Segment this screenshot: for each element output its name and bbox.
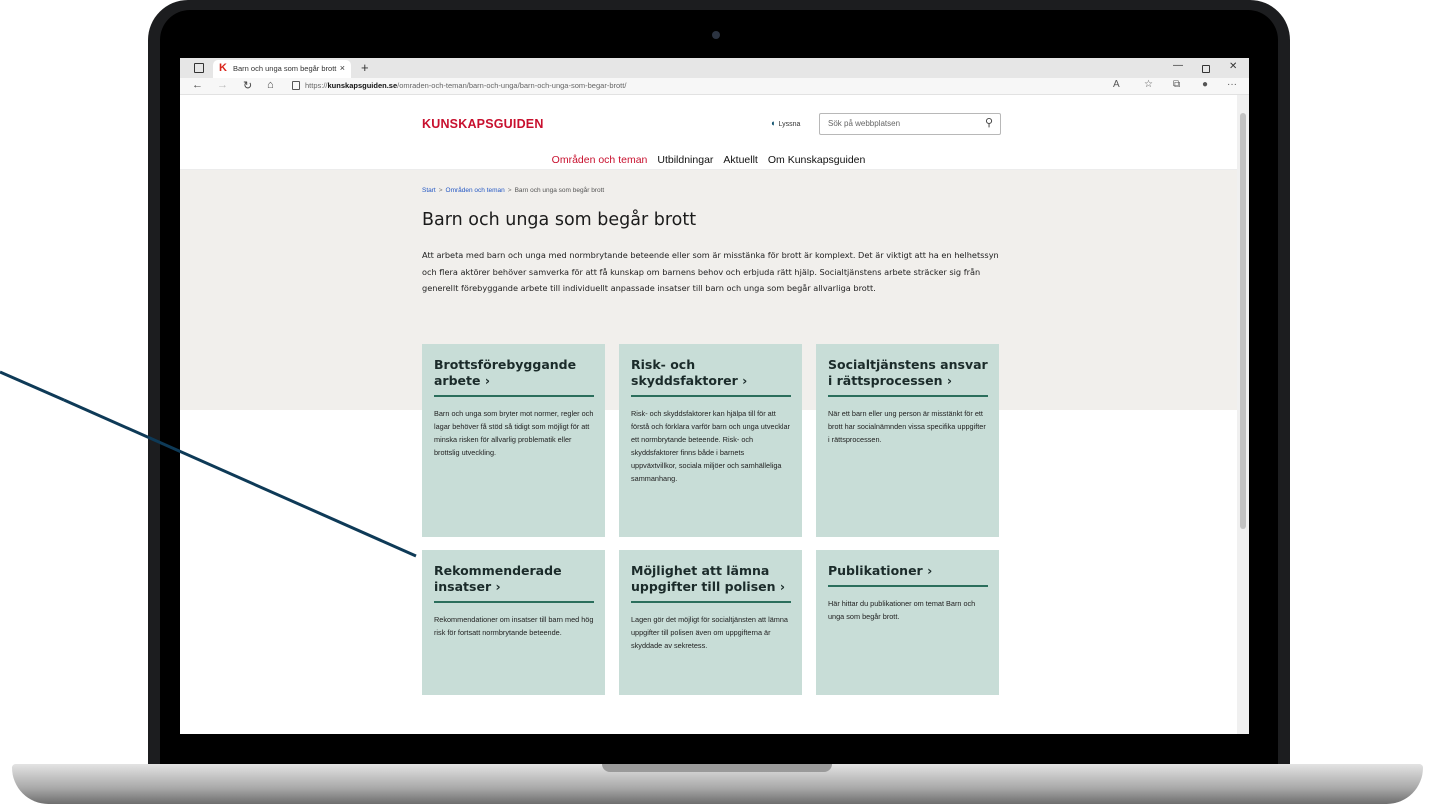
favicon-icon: K (219, 62, 227, 74)
more-icon[interactable]: ··· (1227, 79, 1237, 90)
card-text: Risk- och skyddsfaktorer kan hjälpa till… (631, 409, 790, 483)
webcam (712, 31, 720, 39)
card-text: Rekommendationer om insatser till barn m… (434, 615, 594, 637)
card-title-text: Socialtjänstens ansvar i rättsprocessen (828, 357, 988, 388)
chevron-right-icon: › (495, 579, 501, 594)
chevron-right-icon: › (484, 373, 490, 388)
address-bar[interactable]: https://kunskapsguiden.se/omraden-och-te… (305, 81, 626, 90)
back-icon[interactable]: ← (192, 79, 203, 91)
card-brottsforebyggande[interactable]: Brottsförebyggande arbete › Barn och ung… (422, 344, 605, 537)
web-page: KUNSKAPSGUIDEN ◖Lyssna ⚲ Områden och tem… (180, 95, 1237, 734)
breadcrumb: Start > Områden och teman > Barn och unga so… (422, 187, 604, 194)
main-nav: Områden och teman Utbildningar Aktuellt Om … (180, 148, 1237, 171)
card-title[interactable]: Risk- och skyddsfaktorer › (631, 357, 791, 397)
card-title[interactable]: Brottsförebyggande arbete › (434, 357, 594, 397)
close-window-icon[interactable]: ✕ (1229, 61, 1237, 72)
breadcrumb-separator: > (438, 187, 443, 194)
card-text: När ett barn eller ung person är misstän… (828, 409, 986, 444)
home-icon[interactable]: ⌂ (267, 79, 274, 91)
card-text: Barn och unga som bryter mot normer, reg… (434, 409, 594, 457)
pointer-line-top (0, 370, 65, 402)
card-title[interactable]: Rekommenderade insatser › (434, 563, 594, 603)
card-title[interactable]: Publikationer › (828, 563, 988, 587)
scrollbar-thumb[interactable] (1240, 113, 1246, 529)
breadcrumb-start[interactable]: Start (422, 187, 436, 194)
breadcrumb-omraden[interactable]: Områden och teman (446, 187, 505, 194)
listen-icon: ◖ (770, 118, 776, 128)
reload-icon[interactable]: ↻ (243, 79, 252, 92)
collections-icon[interactable]: ⧉ (1173, 79, 1180, 90)
breadcrumb-separator: > (507, 187, 512, 194)
tab-close-icon[interactable]: × (340, 63, 345, 73)
chevron-right-icon: › (742, 373, 748, 388)
breadcrumb-current: Barn och unga som begår brott (514, 187, 605, 194)
laptop-base (12, 764, 1423, 804)
forward-icon[interactable]: → (217, 79, 228, 91)
card-text: Här hittar du publikationer om temat Bar… (828, 599, 976, 621)
tab-actions-icon[interactable] (194, 63, 204, 73)
card-text: Lagen gör det möjligt för socialtjänsten… (631, 615, 788, 650)
screen: K Barn och unga som begår brott × + — ✕ … (180, 58, 1249, 734)
address-bar-row: ← → ↻ ⌂ https://kunskapsguiden.se/omrade… (180, 78, 1249, 95)
url-scheme: https:// (305, 81, 328, 90)
card-risk-och-skyddsfaktorer[interactable]: Risk- och skyddsfaktorer › Risk- och sky… (619, 344, 802, 537)
listen-button[interactable]: ◖ Lyssna (770, 118, 800, 128)
search-input[interactable] (828, 117, 968, 130)
card-publikationer[interactable]: Publikationer › Här hittar du publikatio… (816, 550, 999, 695)
chevron-right-icon: › (927, 563, 933, 578)
card-socialtjanstens-ansvar[interactable]: Socialtjänstens ansvar i rättsprocessen … (816, 344, 999, 537)
browser-tab-bar: K Barn och unga som begår brott × + — ✕ (180, 58, 1249, 78)
chevron-right-icon: › (946, 373, 952, 388)
favorite-icon[interactable]: ☆ (1144, 79, 1153, 90)
scrollbar[interactable] (1237, 95, 1249, 734)
chevron-right-icon: › (779, 579, 786, 594)
card-title[interactable]: Möjlighet att lämna uppgifter till polis… (631, 563, 791, 603)
laptop-notch (602, 764, 832, 772)
lock-icon[interactable] (292, 81, 300, 90)
reader-icon[interactable]: A (1113, 79, 1120, 90)
minimize-icon[interactable]: — (1173, 60, 1183, 71)
maximize-icon[interactable] (1202, 65, 1210, 73)
browser-tab[interactable]: K Barn och unga som begår brott × (213, 60, 351, 78)
page-title: Barn och unga som begår brott (422, 210, 697, 230)
card-rekommenderade-insatser[interactable]: Rekommenderade insatser › Rekommendation… (422, 550, 605, 695)
search-box: ⚲ (819, 113, 1001, 135)
profile-icon[interactable]: ● (1202, 79, 1208, 90)
intro-text: Att arbeta med barn och unga med normbry… (422, 250, 999, 293)
card-title-text: Publikationer (828, 563, 923, 578)
site-logo[interactable]: KUNSKAPSGUIDEN (422, 117, 544, 131)
card-title-text: Möjlighet att lämna uppgifter till polis… (631, 563, 776, 594)
card-title-text: Risk- och skyddsfaktorer (631, 357, 738, 388)
url-domain: kunskapsguiden.se (327, 81, 398, 90)
tab-title: Barn och unga som begår brott (233, 64, 337, 73)
new-tab-button[interactable]: + (361, 60, 369, 75)
card-title[interactable]: Socialtjänstens ansvar i rättsprocessen … (828, 357, 988, 397)
url-path: /omraden-och-teman/barn-och-unga/barn-oc… (397, 81, 627, 90)
card-title-text: Brottsförebyggande arbete (434, 357, 577, 388)
listen-label: Lyssna (778, 121, 801, 128)
card-uppgifter-till-polisen[interactable]: Möjlighet att lämna uppgifter till polis… (619, 550, 802, 695)
search-icon[interactable]: ⚲ (985, 116, 993, 129)
